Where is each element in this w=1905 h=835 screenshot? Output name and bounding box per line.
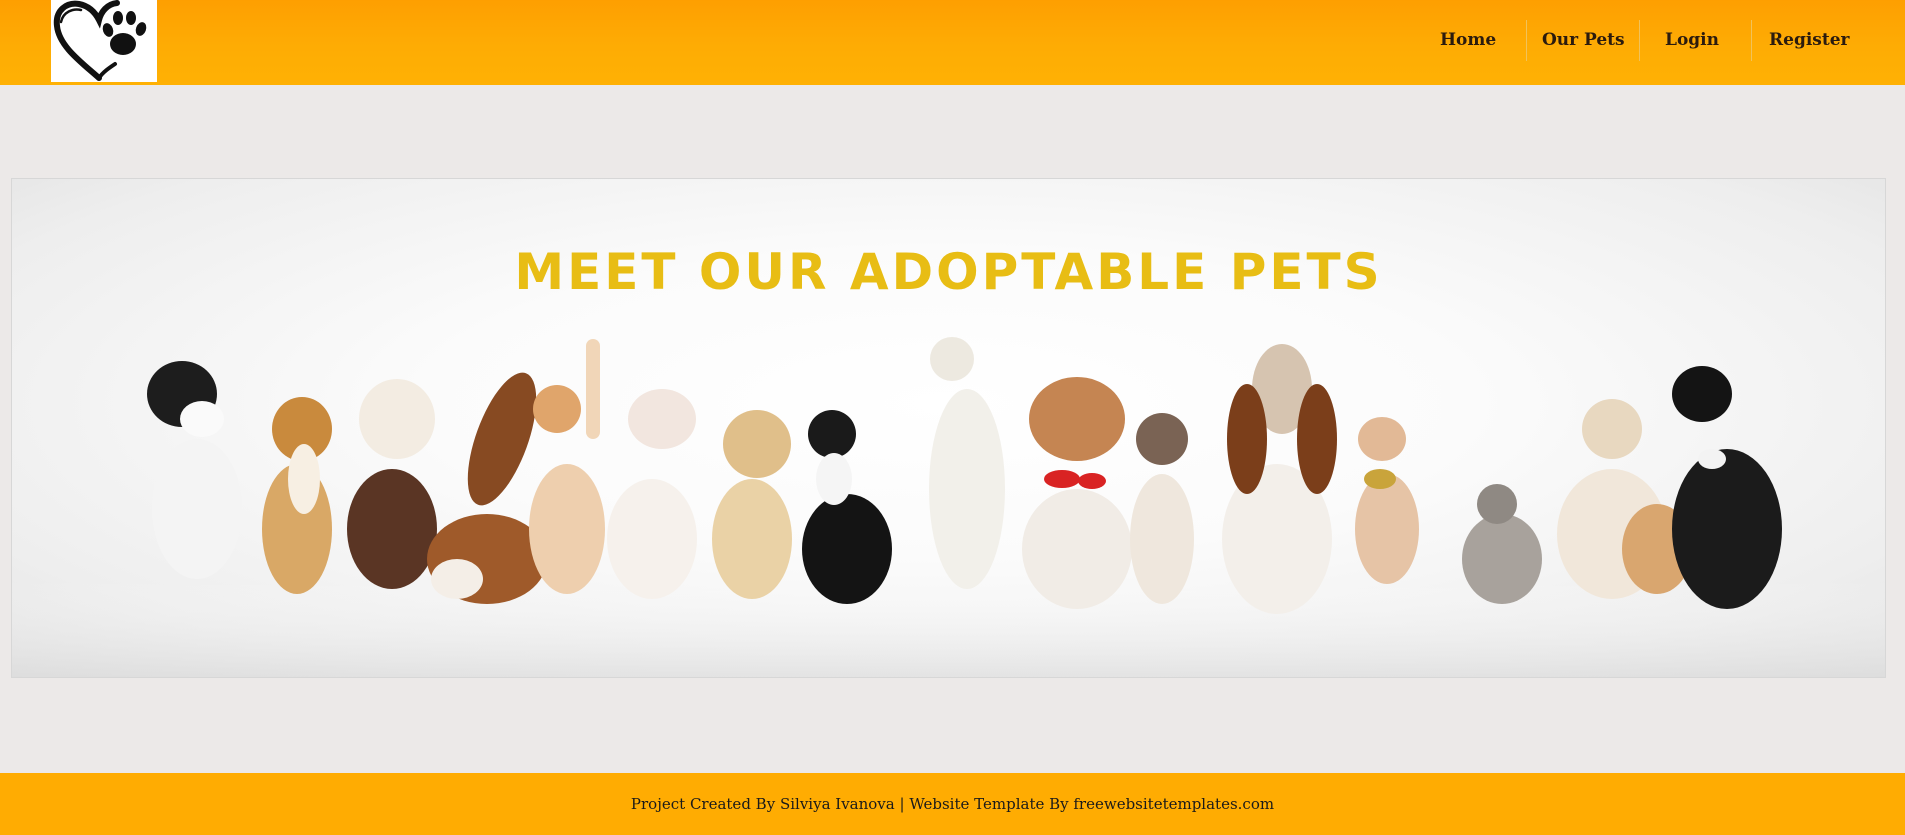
nav-login[interactable]: Login bbox=[1665, 20, 1719, 60]
nav-divider bbox=[1526, 20, 1527, 61]
heart-paw-icon bbox=[53, 0, 147, 81]
footer-credits: Project Created By Silviya Ivanova | Web… bbox=[630, 795, 1275, 813]
hero-banner: MEET OUR ADOPTABLE PETS bbox=[11, 178, 1886, 678]
site-logo[interactable] bbox=[51, 0, 157, 82]
main-nav: Home Our Pets Login Register bbox=[1405, 0, 1905, 85]
nav-divider bbox=[1639, 20, 1640, 61]
adoptable-pets-photo bbox=[12, 337, 1885, 677]
nav-register[interactable]: Register bbox=[1769, 20, 1849, 60]
nav-our-pets[interactable]: Our Pets bbox=[1542, 20, 1625, 60]
nav-home[interactable]: Home bbox=[1440, 20, 1496, 60]
site-footer: Project Created By Silviya Ivanova | Web… bbox=[0, 773, 1905, 835]
site-header: Home Our Pets Login Register bbox=[0, 0, 1905, 85]
nav-divider bbox=[1751, 20, 1752, 61]
